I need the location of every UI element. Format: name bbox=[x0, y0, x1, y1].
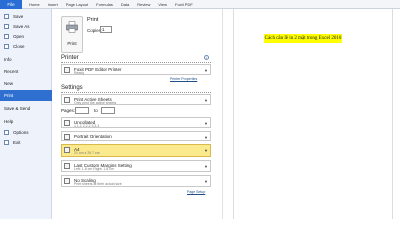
chevron-down-icon: ▼ bbox=[204, 121, 208, 126]
info-icon[interactable]: i bbox=[204, 55, 209, 60]
printer-properties-link[interactable]: Printer Properties bbox=[170, 77, 197, 81]
close-file-icon bbox=[4, 43, 9, 49]
chevron-down-icon: ▼ bbox=[204, 148, 208, 153]
sidebar-item-label: Close bbox=[13, 43, 25, 49]
sidebar-item-options[interactable]: Options bbox=[0, 127, 52, 137]
tab-foxit-pdf[interactable]: Foxit PDF bbox=[171, 0, 197, 9]
sidebar-item-save-and-send[interactable]: Save & Send bbox=[0, 103, 52, 113]
scaling-icon bbox=[64, 178, 70, 184]
pages-to-label: to bbox=[94, 108, 98, 113]
preview-highlight-text: Cách căn lề in 2 mặt trong Excel 2010 bbox=[264, 34, 342, 43]
orientation-dropdown[interactable]: Portrait Orientation ▼ bbox=[61, 131, 211, 141]
sidebar-item-label: Save As bbox=[13, 23, 30, 29]
tab-data[interactable]: Data bbox=[117, 0, 133, 9]
sidebar-item-label: Info bbox=[4, 56, 12, 62]
sidebar-item-exit[interactable]: Exit bbox=[0, 137, 52, 147]
printer-small-icon bbox=[64, 67, 70, 73]
sidebar-item-label: Recent bbox=[4, 68, 19, 74]
print-button[interactable]: Print bbox=[61, 16, 83, 53]
printer-status: Ready bbox=[74, 71, 85, 75]
tab-formulas[interactable]: Formulas bbox=[92, 0, 117, 9]
sidebar-item-label: Save bbox=[13, 13, 24, 19]
chevron-down-icon: ▼ bbox=[204, 135, 208, 140]
portrait-icon bbox=[64, 134, 70, 140]
sidebar-item-label: Save & Send bbox=[4, 105, 31, 111]
orientation-value: Portrait Orientation bbox=[74, 134, 112, 139]
sidebar-item-close[interactable]: Close bbox=[0, 41, 52, 51]
page-setup-link[interactable]: Page Setup bbox=[187, 190, 205, 194]
chevron-down-icon: ▼ bbox=[204, 164, 208, 169]
preview-page: Cách căn lề in 2 mặt trong Excel 2010 bbox=[233, 9, 393, 219]
sidebar-item-help[interactable]: Help bbox=[0, 116, 52, 126]
margins-icon bbox=[64, 163, 70, 169]
margins-description: Left: 1.8 cm Right: 1.8 cm bbox=[74, 167, 114, 171]
sidebar-item-recent[interactable]: Recent bbox=[0, 66, 52, 76]
sidebar-item-label: Exit bbox=[13, 139, 21, 145]
print-button-label: Print bbox=[67, 41, 77, 46]
sidebar-item-label: Open bbox=[13, 33, 25, 39]
sidebar-item-save[interactable]: Save bbox=[0, 11, 52, 21]
collation-description: 1,1,1 2,2,2 3,3,3 bbox=[74, 124, 100, 128]
tab-insert[interactable]: Insert bbox=[44, 0, 62, 9]
copies-input[interactable]: 1 bbox=[100, 26, 112, 33]
printer-icon bbox=[66, 21, 78, 33]
print-preview: Cách căn lề in 2 mặt trong Excel 2010 bbox=[222, 9, 400, 219]
sidebar-item-label: New bbox=[4, 80, 14, 86]
tab-view[interactable]: View bbox=[154, 0, 171, 9]
save-icon bbox=[4, 13, 9, 19]
open-folder-icon bbox=[4, 33, 9, 39]
sidebar-item-label: Print bbox=[4, 93, 14, 98]
chevron-down-icon: ▼ bbox=[204, 98, 208, 103]
print-what-description: Only print the active sheets bbox=[74, 101, 117, 105]
sidebar-item-new[interactable]: New bbox=[0, 78, 52, 88]
sidebar-item-label: Options bbox=[13, 129, 29, 135]
print-panel: Print Print Copies: 1 Printer i Foxit PD… bbox=[52, 9, 400, 219]
sheets-icon bbox=[64, 97, 70, 103]
printer-dropdown[interactable]: Foxit PDF Editor Printer Ready ▼ bbox=[61, 64, 211, 75]
chevron-down-icon: ▼ bbox=[204, 179, 208, 184]
paper-size-dropdown[interactable]: A4 21 cm x 29.7 cm ▼ bbox=[61, 144, 211, 157]
tab-file[interactable]: File bbox=[0, 0, 22, 9]
chevron-down-icon: ▼ bbox=[204, 68, 208, 73]
paper-size-description: 21 cm x 29.7 cm bbox=[74, 151, 100, 155]
sidebar-item-save-as[interactable]: Save As bbox=[0, 21, 52, 31]
sidebar-item-info[interactable]: Info bbox=[0, 54, 52, 64]
ribbon-bar: File Home Insert Page Layout Formulas Da… bbox=[0, 0, 400, 9]
print-heading: Print bbox=[87, 17, 99, 23]
tab-review[interactable]: Review bbox=[133, 0, 154, 9]
scaling-description: Print sheets at their actual size bbox=[74, 182, 122, 186]
print-what-dropdown[interactable]: Print Active Sheets Only print the activ… bbox=[61, 94, 211, 105]
margins-dropdown[interactable]: Last Custom Margins Setting Left: 1.8 cm… bbox=[61, 160, 211, 172]
tab-home[interactable]: Home bbox=[25, 0, 44, 9]
collation-dropdown[interactable]: Uncollated 1,1,1 2,2,2 3,3,3 ▼ bbox=[61, 117, 211, 128]
exit-icon bbox=[4, 139, 9, 145]
sidebar-item-print[interactable]: Print bbox=[0, 90, 52, 101]
paper-icon bbox=[64, 147, 70, 153]
divider bbox=[61, 92, 211, 93]
save-as-icon bbox=[4, 23, 9, 29]
ribbon-tabs: Home Insert Page Layout Formulas Data Re… bbox=[25, 0, 197, 9]
tab-page-layout[interactable]: Page Layout bbox=[62, 0, 92, 9]
sidebar-item-label: Help bbox=[4, 118, 14, 124]
pages-from-input[interactable] bbox=[75, 107, 89, 114]
pages-range: Pages: to bbox=[61, 107, 211, 115]
scaling-dropdown[interactable]: No Scaling Print sheets at their actual … bbox=[61, 175, 211, 187]
backstage-sidebar: Save Save As Open Close Info Recent New … bbox=[0, 9, 52, 219]
sidebar-item-open[interactable]: Open bbox=[0, 31, 52, 41]
pages-label: Pages: bbox=[61, 108, 76, 113]
divider bbox=[61, 62, 211, 63]
pages-to-input[interactable] bbox=[101, 107, 115, 114]
options-icon bbox=[4, 129, 9, 135]
printer-section-title: Printer bbox=[61, 55, 79, 61]
settings-section-title: Settings bbox=[61, 85, 83, 91]
collate-icon bbox=[64, 120, 70, 126]
